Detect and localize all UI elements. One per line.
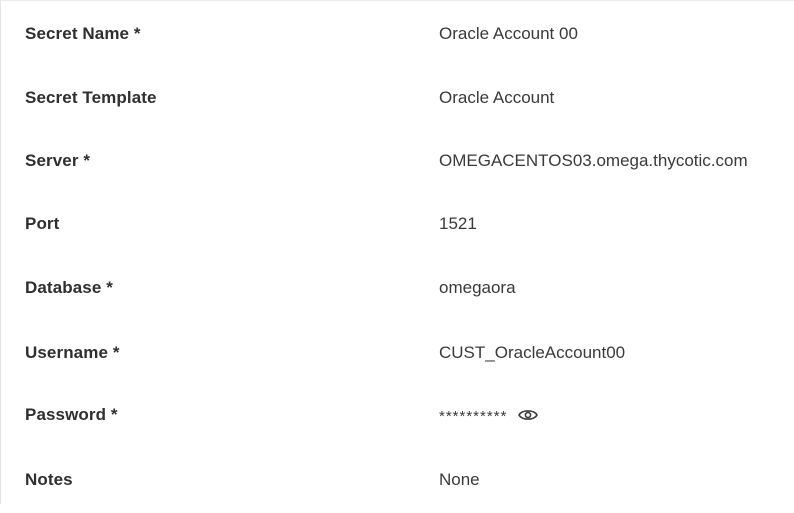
field-label: Server *: [25, 151, 91, 170]
field-value: 1521: [439, 214, 477, 233]
field-value: Oracle Account 00: [439, 24, 578, 43]
field-label: Port: [25, 214, 60, 233]
field-value: omegaora: [439, 278, 516, 297]
field-value: OMEGACENTOS03.omega.thycotic.com: [439, 151, 748, 170]
field-row-notes: Notes None: [1, 447, 794, 513]
field-label: Username *: [25, 343, 120, 362]
field-label: Notes: [25, 470, 73, 489]
field-label: Password *: [25, 405, 118, 424]
field-row-secret-name: Secret Name * Oracle Account 00: [1, 1, 794, 67]
field-value: Oracle Account: [439, 88, 555, 107]
field-value: CUST_OracleAccount00: [439, 343, 626, 362]
masked-password: **********: [439, 407, 508, 425]
field-row-secret-template: Secret Template Oracle Account: [1, 65, 794, 131]
field-label: Database *: [25, 278, 113, 297]
field-row-password: Password * **********: [1, 382, 794, 448]
field-label: Secret Template: [25, 88, 157, 107]
password-value-container: **********: [439, 406, 539, 425]
field-row-server: Server * OMEGACENTOS03.omega.thycotic.co…: [1, 128, 794, 194]
eye-icon[interactable]: [517, 406, 539, 424]
field-value: None: [439, 470, 480, 489]
field-label: Secret Name *: [25, 24, 141, 43]
secret-details-panel: Secret Name * Oracle Account 00 Secret T…: [0, 0, 794, 504]
field-row-port: Port 1521: [1, 191, 794, 257]
field-row-username: Username * CUST_OracleAccount00: [1, 320, 794, 386]
field-row-database: Database * omegaora: [1, 255, 794, 321]
